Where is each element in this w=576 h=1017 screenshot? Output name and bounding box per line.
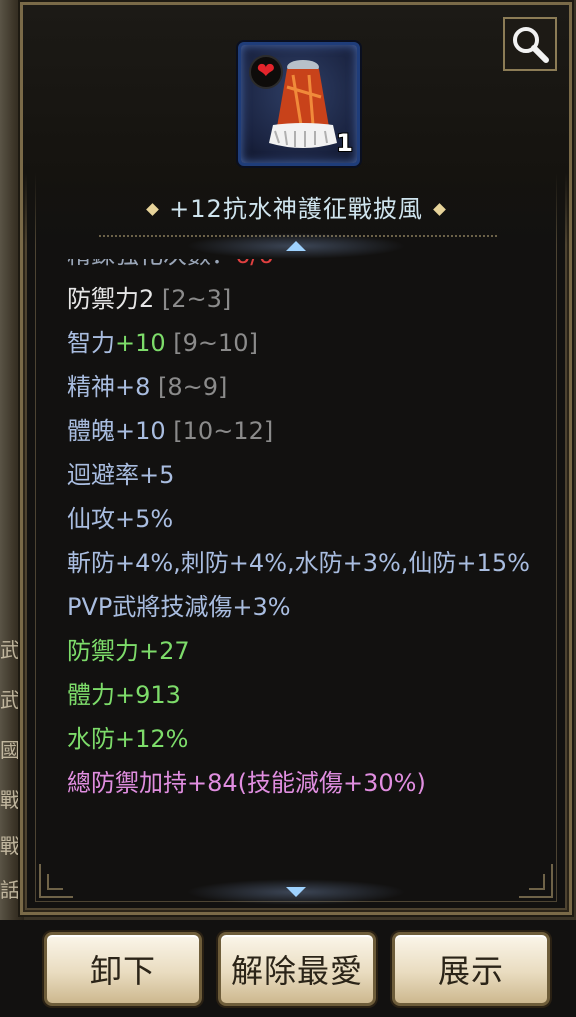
stat-line: 迴避率+5 bbox=[67, 461, 175, 489]
stat-line: 斬防+4%,刺防+4%,水防+3%,仙防+15% bbox=[67, 549, 530, 577]
stat-line: 精鍊強化次數：6/6 bbox=[67, 259, 537, 277]
scroll-up-icon[interactable] bbox=[286, 241, 306, 251]
unequip-button[interactable]: 卸下 bbox=[44, 932, 202, 1006]
item-stack-count: 1 bbox=[336, 129, 353, 157]
stat-line: 防禦力2 [2~3] bbox=[67, 285, 232, 313]
unfavorite-button[interactable]: 解除最愛 bbox=[218, 932, 376, 1006]
scroll-down-icon[interactable] bbox=[286, 887, 306, 897]
background-glyph: 武 bbox=[0, 688, 20, 712]
item-name: +12抗水神護征戰披風 bbox=[169, 195, 423, 223]
frame-ornament bbox=[39, 864, 73, 898]
stat-line: 體力+913 bbox=[67, 681, 181, 709]
show-button[interactable]: 展示 bbox=[392, 932, 550, 1006]
background-glyph: 戰 bbox=[0, 788, 20, 812]
item-tooltip-panel: ❤ 1 +12抗水神護征戰披風 精鍊強化次數：6/6 防禦力2 [2~3] 智力… bbox=[20, 2, 572, 915]
background-glyph: 戰 bbox=[0, 834, 20, 858]
heart-icon: ❤ bbox=[249, 55, 283, 89]
diamond-icon bbox=[432, 203, 446, 216]
item-header: ❤ 1 +12抗水神護征戰披風 bbox=[23, 5, 569, 245]
item-icon[interactable]: ❤ 1 bbox=[238, 42, 360, 166]
background-glyph: 國 bbox=[0, 738, 20, 762]
stat-line: 智力+10 [9~10] bbox=[67, 329, 258, 357]
stat-line: 體魄+10 [10~12] bbox=[67, 417, 274, 445]
diamond-icon bbox=[146, 203, 160, 216]
item-title-row: +12抗水神護征戰披風 bbox=[23, 189, 569, 224]
frame-ornament bbox=[519, 864, 553, 898]
stat-line: 總防禦加持+84(技能減傷+30%) bbox=[67, 769, 426, 797]
stat-line: 防禦力+27 bbox=[67, 637, 190, 665]
background-glyph: 話 bbox=[0, 878, 20, 902]
action-bar: 卸下 解除最愛 展示 bbox=[0, 920, 576, 1017]
background-glyph: 武 bbox=[0, 638, 20, 662]
magnifier-icon bbox=[513, 27, 549, 63]
stats-list[interactable]: 精鍊強化次數：6/6 防禦力2 [2~3] 智力+10 [9~10] 精神+8 … bbox=[67, 259, 537, 865]
zoom-button[interactable] bbox=[503, 17, 557, 71]
stat-line: 精神+8 [8~9] bbox=[67, 373, 228, 401]
stat-line: 仙攻+5% bbox=[67, 505, 174, 533]
stat-line: PVP武將技減傷+3% bbox=[67, 593, 291, 621]
stat-line: 水防+12% bbox=[67, 725, 189, 753]
